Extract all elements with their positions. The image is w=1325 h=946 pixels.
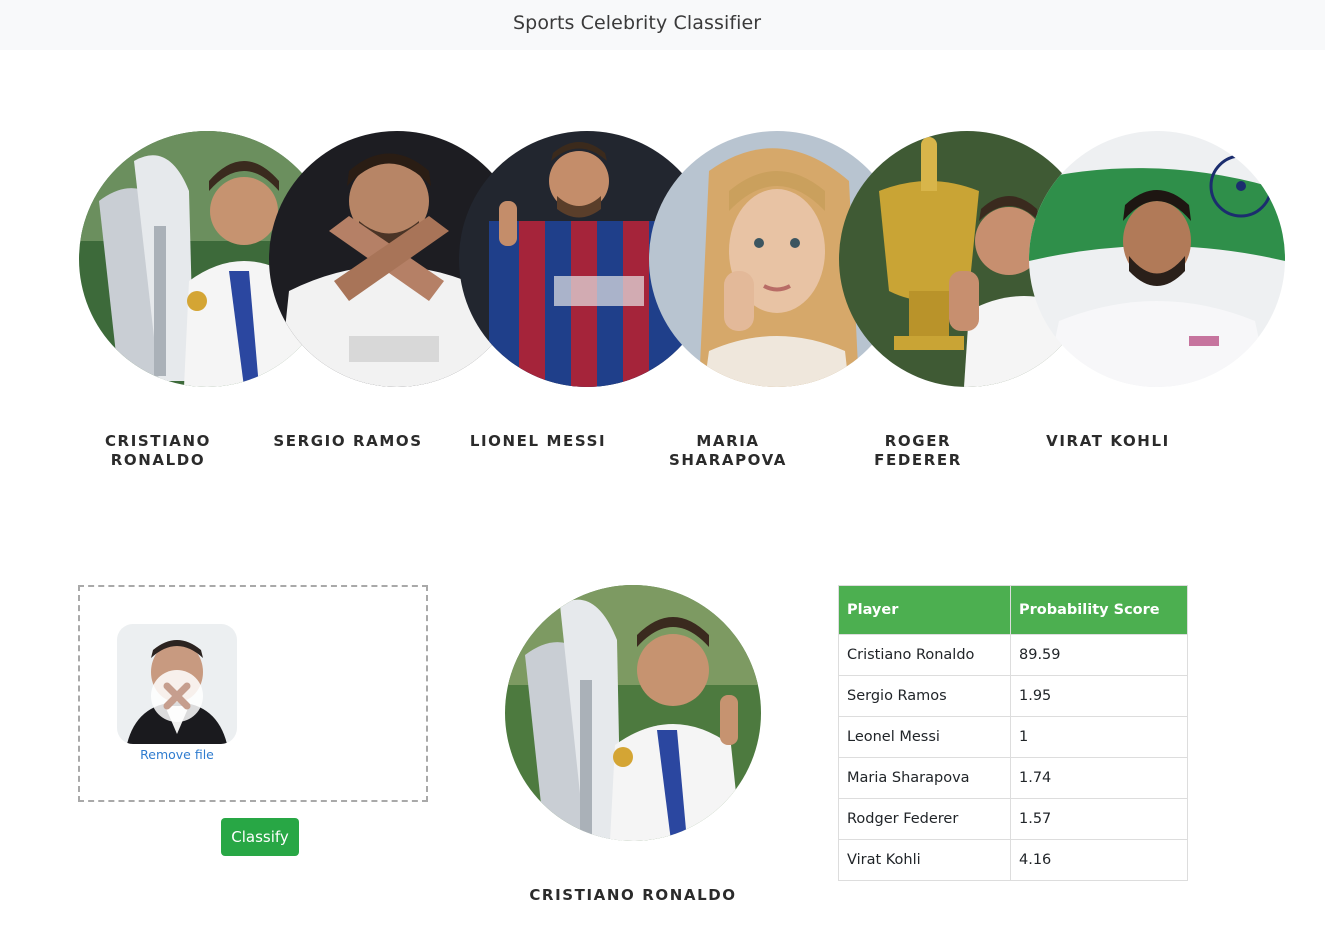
probability-table: Player Probability Score Cristiano Ronal…: [838, 585, 1188, 881]
navbar-brand[interactable]: Sports Celebrity Classifier: [513, 12, 761, 34]
player-cell: Cristiano Ronaldo: [838, 634, 1011, 676]
celebrity-name: ROGER FEDERER: [874, 432, 962, 469]
column-header: Probability Score: [1010, 585, 1188, 635]
celebrity-name: MARIA SHARAPOVA: [668, 432, 788, 469]
close-icon: [163, 682, 191, 710]
result-player-photo: [505, 585, 761, 841]
player-cell: Virat Kohli: [838, 839, 1011, 881]
kohli-photo: [1029, 131, 1285, 387]
navbar: Sports Celebrity Classifier: [0, 0, 1325, 50]
classify-button[interactable]: Classify: [221, 818, 299, 856]
celebrity-name: SERGIO RAMOS: [273, 432, 423, 450]
result-player-name: CRISTIANO RONALDO: [529, 886, 737, 904]
celebrity-name: CRISTIANO RONALDO: [104, 432, 212, 469]
score-cell: 1.57: [1010, 798, 1188, 840]
score-cell: 1.74: [1010, 757, 1188, 799]
remove-file-link[interactable]: Remove file: [117, 747, 237, 762]
remove-file-button[interactable]: [151, 670, 203, 722]
player-cell: Rodger Federer: [838, 798, 1011, 840]
player-cell: Sergio Ramos: [838, 675, 1011, 717]
celebrity-name: VIRAT KOHLI: [1046, 432, 1170, 450]
score-cell: 89.59: [1010, 634, 1188, 676]
score-cell: 1: [1010, 716, 1188, 758]
upload-dropzone[interactable]: Remove file: [78, 585, 428, 802]
score-cell: 1.95: [1010, 675, 1188, 717]
score-cell: 4.16: [1010, 839, 1188, 881]
celebrity-name: LIONEL MESSI: [469, 432, 607, 450]
table-row: Cristiano Ronaldo 89.59: [838, 634, 1188, 676]
table-header-row: Player Probability Score: [838, 585, 1188, 635]
column-header: Player: [838, 585, 1011, 635]
table-row: Virat Kohli 4.16: [838, 839, 1188, 881]
uploaded-file-thumbnail: [117, 624, 237, 744]
table-row: Rodger Federer 1.57: [838, 798, 1188, 840]
player-cell: Maria Sharapova: [838, 757, 1011, 799]
celebrity-card-kohli: [1029, 131, 1285, 387]
player-cell: Leonel Messi: [838, 716, 1011, 758]
table-row: Sergio Ramos 1.95: [838, 675, 1188, 717]
table-row: Leonel Messi 1: [838, 716, 1188, 758]
table-row: Maria Sharapova 1.74: [838, 757, 1188, 799]
